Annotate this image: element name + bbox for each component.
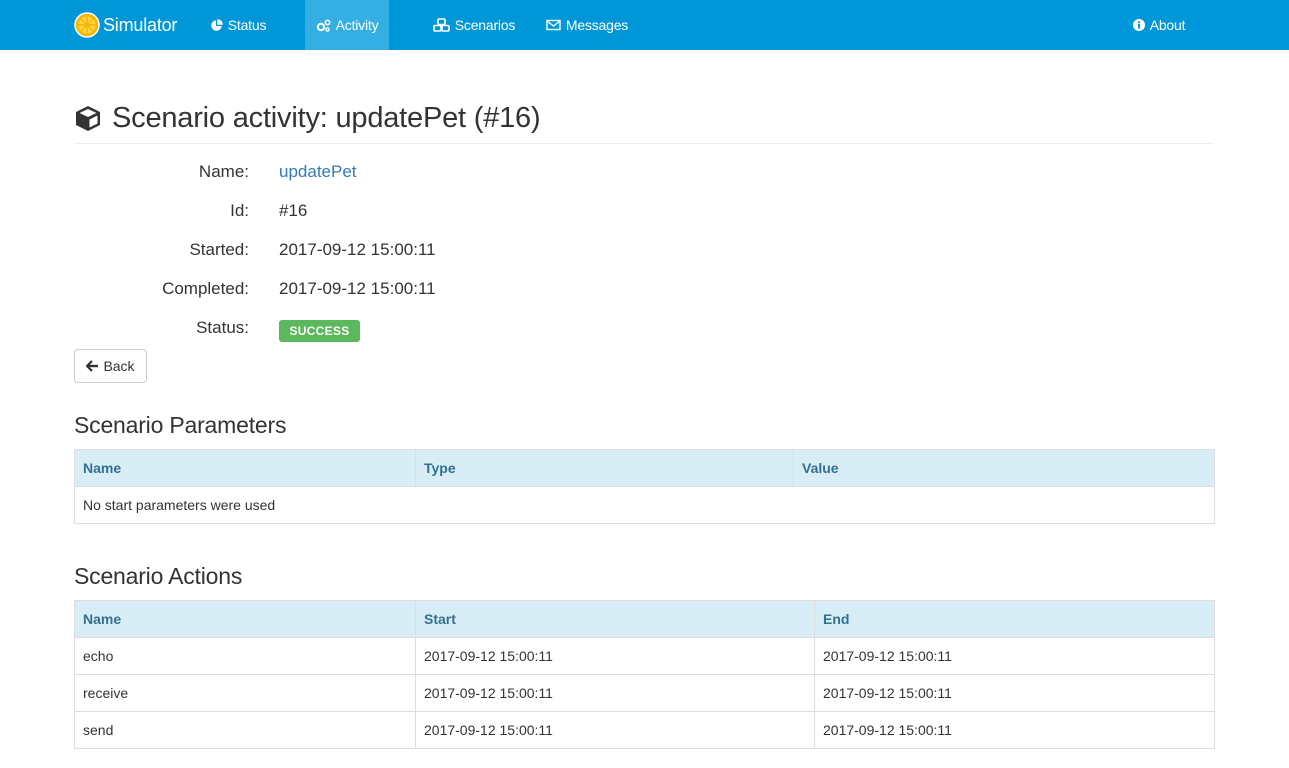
nav-activity-label: Activity xyxy=(335,17,379,33)
actions-heading: Scenario Actions xyxy=(74,563,243,589)
started-value: 2017-09-12 15:00:11 xyxy=(279,240,436,259)
column-header: Value xyxy=(793,449,1215,487)
column-header: Start xyxy=(415,600,815,638)
page-title-text: Scenario activity: updatePet (#16) xyxy=(112,101,541,134)
table-row: echo 2017-09-12 15:00:11 2017-09-12 15:0… xyxy=(74,637,1215,675)
nav-status-label: Status xyxy=(227,17,267,33)
cogs-icon xyxy=(316,18,331,32)
action-end: 2017-09-12 15:00:11 xyxy=(814,637,1215,675)
action-end: 2017-09-12 15:00:11 xyxy=(814,674,1215,712)
cube-icon xyxy=(76,106,100,131)
completed-value: 2017-09-12 15:00:11 xyxy=(279,279,436,298)
arrow-left-icon xyxy=(86,360,99,372)
action-start: 2017-09-12 15:00:11 xyxy=(415,674,815,712)
citrus-logo-icon xyxy=(74,12,100,38)
actions-table: Name Start End echo 2017-09-12 15:00:11 … xyxy=(74,600,1215,749)
table-header-row: Name Start End xyxy=(74,600,1215,638)
back-button[interactable]: Back xyxy=(74,349,147,383)
completed-label: Completed: xyxy=(162,279,249,298)
nav-messages[interactable]: Messages xyxy=(534,0,640,50)
back-button-label: Back xyxy=(103,358,135,374)
nav-activity[interactable]: Activity xyxy=(305,0,389,50)
table-row: send 2017-09-12 15:00:11 2017-09-12 15:0… xyxy=(74,711,1215,749)
empty-parameters-message: No start parameters were used xyxy=(74,486,1215,524)
column-header: Name xyxy=(74,449,416,487)
nav-about[interactable]: About xyxy=(1122,0,1196,50)
page-title: Scenario activity: updatePet (#16) xyxy=(74,98,541,138)
table-row: No start parameters were used xyxy=(74,486,1215,524)
info-circle-icon xyxy=(1132,19,1145,31)
scenario-name-link[interactable]: updatePet xyxy=(279,162,357,182)
brand-label: Simulator xyxy=(103,14,178,35)
nav-messages-label: Messages xyxy=(565,17,629,33)
column-header: End xyxy=(814,600,1215,638)
top-navbar: Simulator Status Activity Scenarios Mess… xyxy=(0,0,1289,50)
parameters-heading: Scenario Parameters xyxy=(74,412,287,438)
action-name: echo xyxy=(74,637,416,675)
nav-scenarios-label: Scenarios xyxy=(454,17,516,33)
cubes-icon xyxy=(432,18,450,32)
action-name: receive xyxy=(74,674,416,712)
column-header: Type xyxy=(415,449,794,487)
started-label: Started: xyxy=(189,240,249,259)
id-label: Id: xyxy=(230,201,249,220)
nav-about-label: About xyxy=(1149,17,1186,33)
column-header: Name xyxy=(74,600,416,638)
nav-status[interactable]: Status xyxy=(196,0,280,50)
table-row: receive 2017-09-12 15:00:11 2017-09-12 1… xyxy=(74,674,1215,712)
envelope-icon xyxy=(546,19,561,31)
parameters-table: Name Type Value No start parameters were… xyxy=(74,449,1215,524)
action-start: 2017-09-12 15:00:11 xyxy=(415,637,815,675)
status-label: Status: xyxy=(196,318,249,337)
action-start: 2017-09-12 15:00:11 xyxy=(415,711,815,749)
action-end: 2017-09-12 15:00:11 xyxy=(814,711,1215,749)
id-value: #16 xyxy=(279,201,308,220)
status-badge: SUCCESS xyxy=(279,320,360,342)
action-name: send xyxy=(74,711,416,749)
table-header-row: Name Type Value xyxy=(74,449,1215,487)
brand-link[interactable]: Simulator xyxy=(74,0,177,50)
nav-scenarios[interactable]: Scenarios xyxy=(420,0,528,50)
name-label: Name: xyxy=(198,162,249,181)
pie-chart-icon xyxy=(210,18,223,32)
title-divider xyxy=(74,143,1214,144)
